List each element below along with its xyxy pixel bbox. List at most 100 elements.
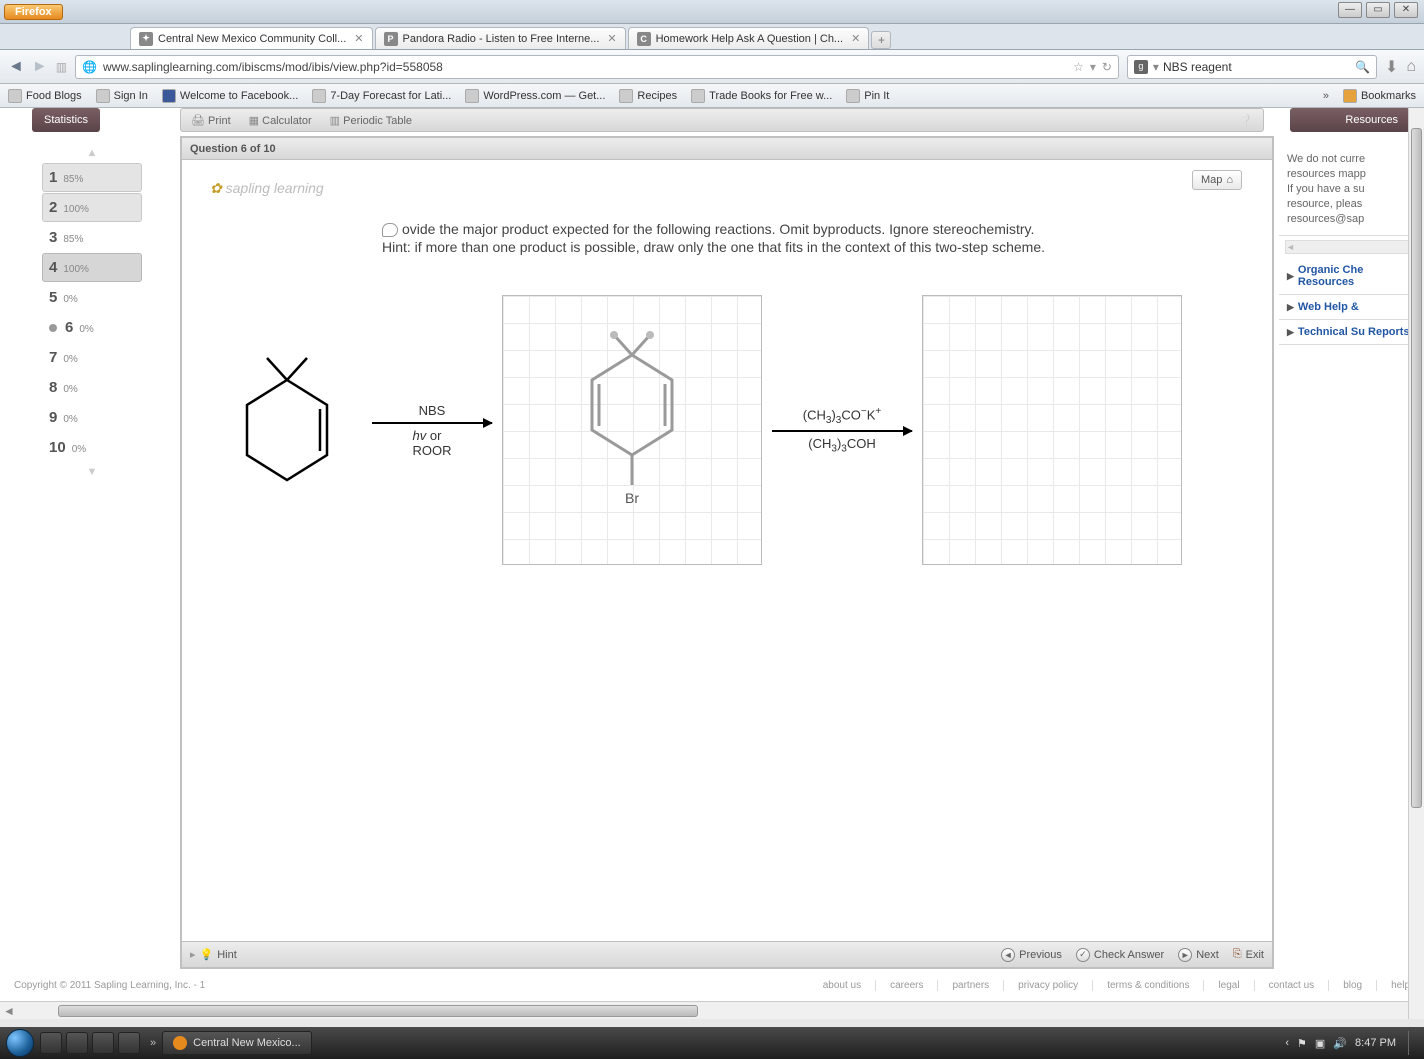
- footer-link[interactable]: careers: [875, 980, 923, 991]
- firefox-menu-button[interactable]: Firefox: [4, 4, 63, 20]
- taskbar-app-icon[interactable]: [40, 1032, 62, 1054]
- tab-close-icon[interactable]: ✕: [354, 32, 363, 45]
- search-engine-icon[interactable]: g: [1134, 60, 1148, 74]
- footer-link[interactable]: blog: [1328, 980, 1362, 991]
- calculator-button[interactable]: ▦ Calculator: [249, 114, 312, 127]
- question-nav-item[interactable]: 50%: [42, 283, 142, 312]
- scrollbar-thumb[interactable]: [58, 1005, 698, 1017]
- nav-down-icon[interactable]: ▼: [42, 463, 142, 481]
- url-bar[interactable]: 🌐 www.saplinglearning.com/ibiscms/mod/ib…: [75, 55, 1119, 79]
- search-icon[interactable]: 🔍: [1355, 60, 1370, 74]
- question-nav-item[interactable]: 80%: [42, 373, 142, 402]
- taskbar-app-icon[interactable]: [92, 1032, 114, 1054]
- tray-chevron-icon[interactable]: ‹: [1285, 1037, 1289, 1049]
- map-button[interactable]: Map⌂: [1192, 170, 1242, 190]
- footer-link[interactable]: help: [1376, 980, 1410, 991]
- close-button[interactable]: ✕: [1394, 2, 1418, 18]
- tray-volume-icon[interactable]: 🔊: [1333, 1037, 1347, 1050]
- downloads-button[interactable]: ⬇: [1385, 57, 1398, 77]
- resource-link[interactable]: ▶Web Help &: [1279, 295, 1424, 320]
- question-nav-item[interactable]: 4100%: [42, 253, 142, 282]
- question-nav-item[interactable]: 90%: [42, 403, 142, 432]
- speech-icon[interactable]: [382, 223, 398, 237]
- minimize-button[interactable]: —: [1338, 2, 1362, 18]
- tab-close-icon[interactable]: ✕: [607, 32, 616, 45]
- resource-link[interactable]: ▶Technical Su Reports: [1279, 320, 1424, 345]
- question-nav-item[interactable]: 385%: [42, 223, 142, 252]
- browser-tab[interactable]: C Homework Help Ask A Question | Ch... ✕: [628, 27, 870, 49]
- vertical-scrollbar[interactable]: [1408, 108, 1424, 1019]
- question-nav-item[interactable]: 100%: [42, 433, 142, 462]
- taskbar-app-button[interactable]: Central New Mexico...: [162, 1031, 312, 1055]
- previous-button[interactable]: ◄Previous: [1001, 948, 1062, 962]
- question-nav-item[interactable]: 185%: [42, 163, 142, 192]
- footer-link[interactable]: terms & conditions: [1092, 980, 1189, 991]
- bookmark-item[interactable]: Pin It: [846, 89, 889, 103]
- back-button[interactable]: ◄: [8, 58, 24, 76]
- question-nav-item[interactable]: 60%: [42, 313, 142, 342]
- scrollbar-thumb[interactable]: [1411, 128, 1422, 808]
- product-box-1[interactable]: Br: [502, 295, 762, 565]
- new-tab-button[interactable]: +: [871, 31, 891, 49]
- footer-link[interactable]: legal: [1203, 980, 1239, 991]
- prev-icon: ◄: [1001, 948, 1015, 962]
- bookmark-item[interactable]: Food Blogs: [8, 89, 82, 103]
- footer-link[interactable]: contact us: [1254, 980, 1315, 991]
- next-button[interactable]: ►Next: [1178, 948, 1219, 962]
- question-score: 100%: [63, 264, 89, 275]
- bookmark-item[interactable]: Welcome to Facebook...: [162, 89, 298, 103]
- reagent-label: NBS: [419, 403, 446, 418]
- expand-icon[interactable]: ▸: [190, 948, 196, 961]
- home-button[interactable]: ⌂: [1406, 58, 1416, 76]
- bookmark-item[interactable]: 7-Day Forecast for Lati...: [312, 89, 451, 103]
- starting-material: [212, 340, 362, 520]
- bookmark-star-icon[interactable]: ☆: [1073, 60, 1084, 74]
- taskbar-app-icon[interactable]: [66, 1032, 88, 1054]
- horizontal-scrollbar[interactable]: ◄ ►: [0, 1001, 1424, 1019]
- search-bar[interactable]: g ▾ NBS reagent 🔍: [1127, 55, 1377, 79]
- question-nav-item[interactable]: 70%: [42, 343, 142, 372]
- taskbar-app-icon[interactable]: [118, 1032, 140, 1054]
- footer-link[interactable]: privacy policy: [1003, 980, 1078, 991]
- periodic-table-button[interactable]: ▥ Periodic Table: [330, 114, 412, 127]
- statistics-header[interactable]: Statistics: [32, 108, 100, 132]
- help-icon[interactable]: ❔: [1239, 114, 1253, 127]
- question-number: 10: [49, 439, 66, 456]
- bookmark-item[interactable]: Sign In: [96, 89, 148, 103]
- product-box-2[interactable]: [922, 295, 1182, 565]
- bookmark-item[interactable]: Trade Books for Free w...: [691, 89, 832, 103]
- nav-up-icon[interactable]: ▲: [42, 144, 142, 162]
- question-score: 0%: [63, 294, 77, 305]
- bookmarks-menu[interactable]: Bookmarks: [1343, 89, 1416, 103]
- start-button[interactable]: [6, 1029, 34, 1057]
- footer-link[interactable]: about us: [809, 980, 861, 991]
- bookmark-item[interactable]: Recipes: [619, 89, 677, 103]
- show-desktop-button[interactable]: [1408, 1031, 1418, 1055]
- question-number: 1: [49, 169, 57, 186]
- bookmark-item[interactable]: WordPress.com — Get...: [465, 89, 605, 103]
- print-button[interactable]: 🖨 Print: [191, 114, 231, 127]
- copyright-text: Copyright © 2011 Sapling Learning, Inc. …: [14, 980, 205, 991]
- exit-icon: ⎘: [1233, 948, 1242, 961]
- history-button[interactable]: ▥: [56, 60, 67, 74]
- hint-button[interactable]: 💡Hint: [200, 948, 237, 961]
- tab-close-icon[interactable]: ✕: [851, 32, 860, 45]
- tab-label: Central New Mexico Community Coll...: [158, 33, 346, 45]
- browser-tab[interactable]: P Pandora Radio - Listen to Free Interne…: [375, 27, 626, 49]
- check-answer-button[interactable]: ✓Check Answer: [1076, 948, 1164, 962]
- footer-link[interactable]: partners: [937, 980, 989, 991]
- question-nav-item[interactable]: 2100%: [42, 193, 142, 222]
- clock[interactable]: 8:47 PM: [1355, 1037, 1396, 1049]
- resources-header[interactable]: Resources: [1290, 108, 1410, 132]
- reload-icon[interactable]: ↻: [1102, 60, 1112, 74]
- resource-link[interactable]: ▶Organic Che Resources: [1279, 258, 1424, 295]
- maximize-button[interactable]: ▭: [1366, 2, 1390, 18]
- tray-network-icon[interactable]: ▣: [1315, 1037, 1325, 1050]
- tray-icon[interactable]: ⚑: [1297, 1037, 1307, 1050]
- dropdown-icon[interactable]: ▾: [1090, 60, 1096, 74]
- forward-button[interactable]: ►: [32, 58, 48, 76]
- reaction-arrow-2: (CH3)3CO−K+ (CH3)3COH: [772, 406, 912, 455]
- browser-tab[interactable]: ✦ Central New Mexico Community Coll... ✕: [130, 27, 373, 49]
- exit-button[interactable]: ⎘Exit: [1233, 948, 1264, 961]
- question-score: 85%: [63, 234, 83, 245]
